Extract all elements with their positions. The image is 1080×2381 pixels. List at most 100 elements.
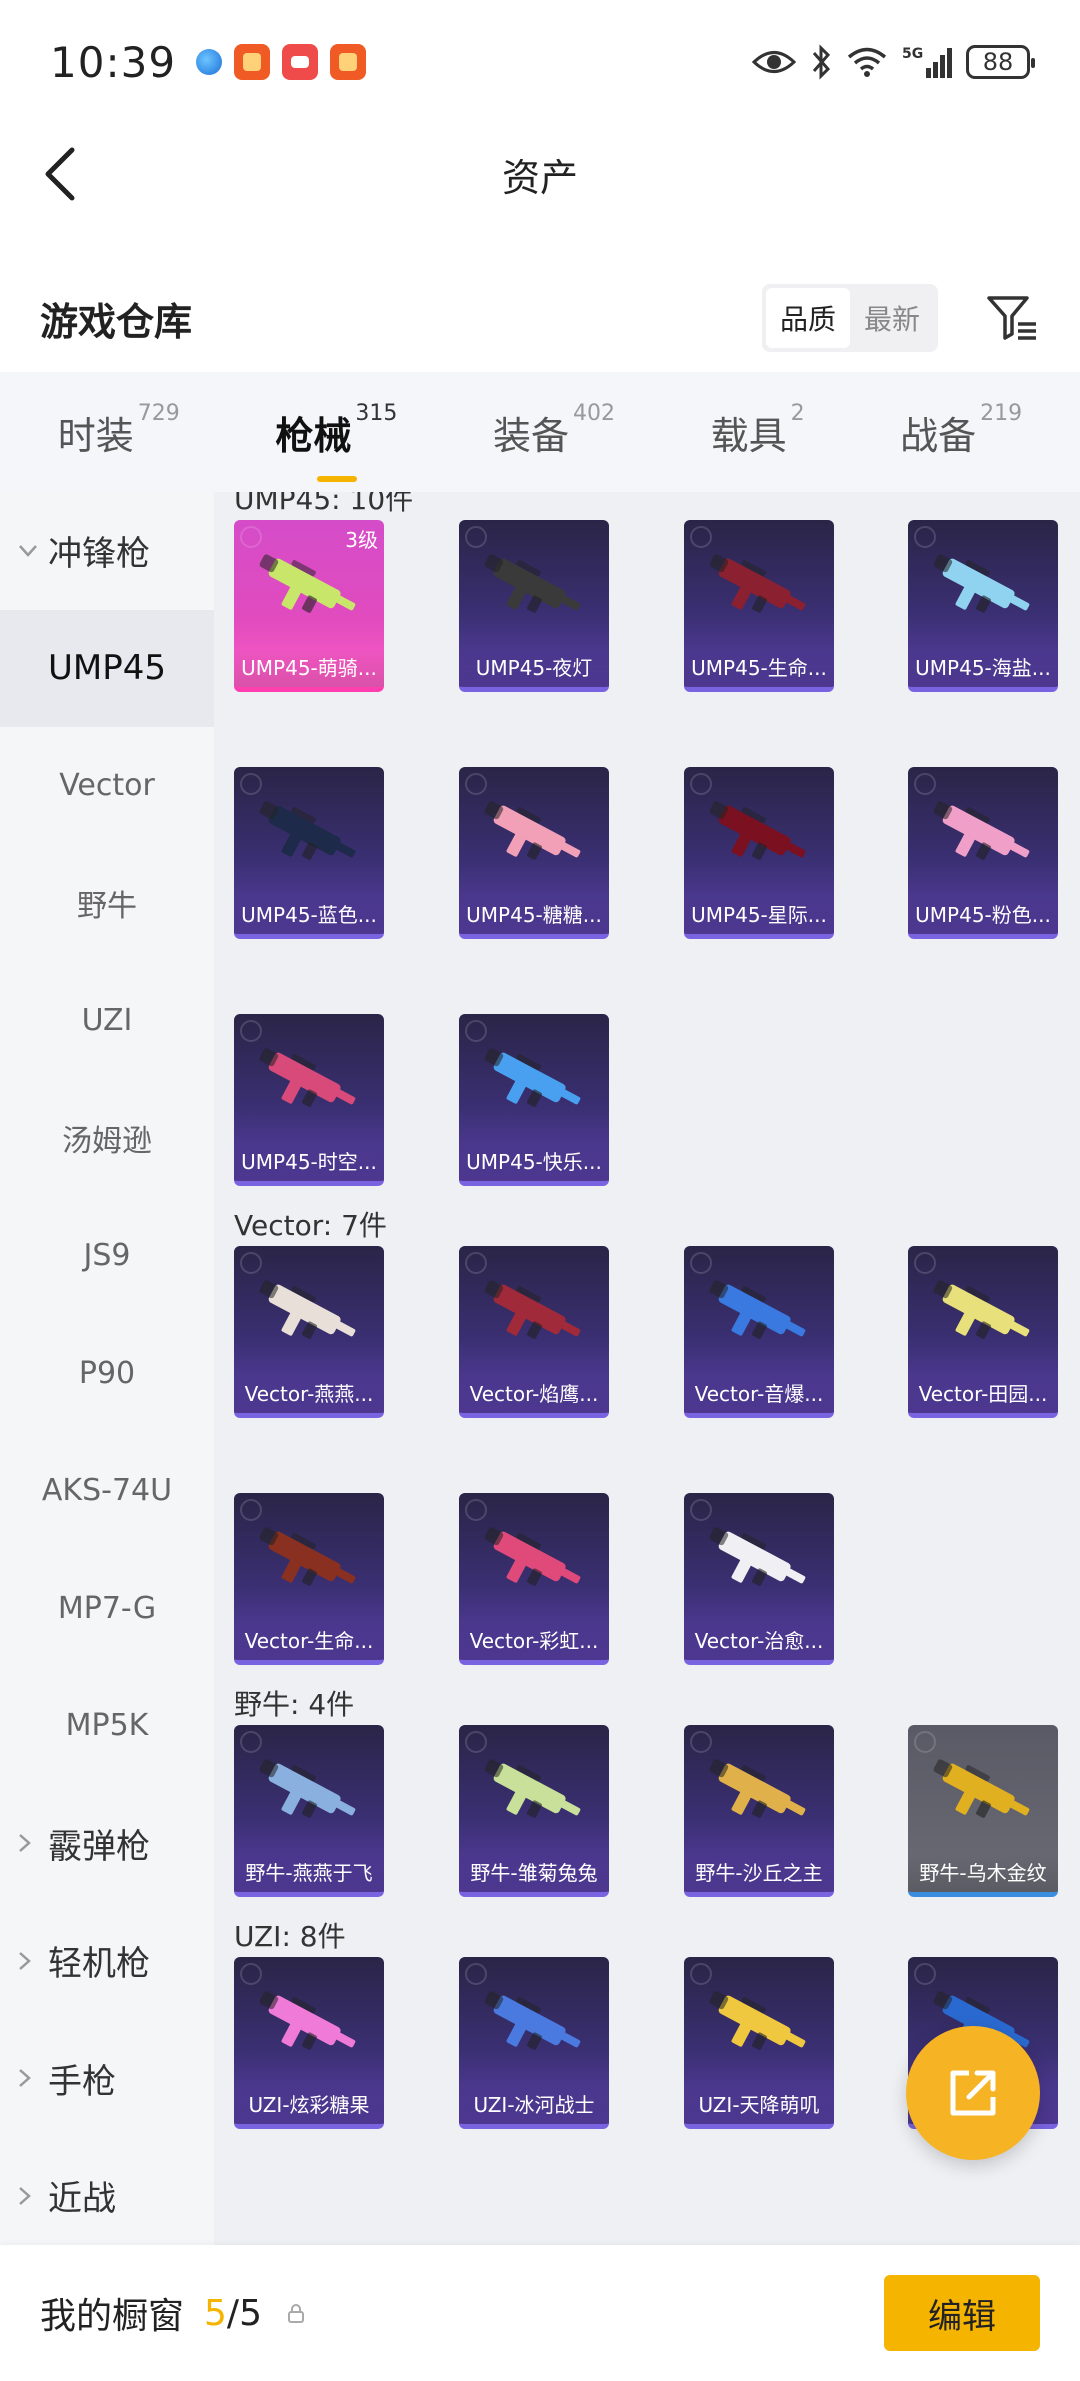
rarity-badge-icon bbox=[690, 1252, 712, 1274]
browser-app-icon bbox=[196, 49, 223, 75]
battery-icon: 88 bbox=[966, 45, 1035, 79]
weapon-skin-card[interactable]: Vector-燕燕... bbox=[234, 1246, 384, 1418]
sidebar-group[interactable]: 轻机枪 bbox=[0, 1902, 214, 2020]
weapon-skin-card[interactable]: 野牛-燕燕于飞 bbox=[234, 1725, 384, 1897]
skin-name: UMP45-海盐... bbox=[908, 649, 1058, 687]
weapon-skin-card[interactable]: 3级 UMP45-萌骑... bbox=[234, 520, 384, 692]
rarity-badge-icon bbox=[465, 1963, 487, 1985]
skin-name: UMP45-星际... bbox=[684, 896, 834, 934]
sidebar-item-label: 汤姆逊 bbox=[62, 1124, 152, 1160]
app-notification-icon bbox=[330, 44, 367, 80]
tab-supplies[interactable]: 战备 219 bbox=[900, 401, 1022, 460]
sort-latest-option[interactable]: 最新 bbox=[850, 288, 934, 348]
weapon-skin-card[interactable]: Vector-田园... bbox=[908, 1246, 1058, 1418]
rarity-badge-icon bbox=[240, 1020, 262, 1042]
weapon-skin-card[interactable]: Vector-彩虹... bbox=[459, 1493, 609, 1665]
weapon-skin-card[interactable]: 野牛-雏菊兔兔 bbox=[459, 1725, 609, 1897]
sidebar-group[interactable]: 冲锋枪 bbox=[0, 492, 214, 610]
sidebar-item[interactable]: UMP45 bbox=[0, 609, 214, 727]
weapon-skin-card[interactable]: Vector-生命... bbox=[234, 1493, 384, 1665]
skin-name: UZI-天降萌叽 bbox=[684, 2086, 834, 2124]
app-notification-icon bbox=[234, 44, 271, 80]
weapon-skin-card[interactable]: UMP45-生命... bbox=[684, 520, 834, 692]
section-label: UZI: 8件 bbox=[234, 1920, 346, 1953]
showcase-label: 我的橱窗 bbox=[40, 2296, 185, 2337]
weapon-skin-card[interactable]: 野牛-沙丘之主 bbox=[684, 1725, 834, 1897]
rarity-badge-icon bbox=[914, 1963, 936, 1985]
warehouse-header: 游戏仓库 品质 最新 bbox=[0, 268, 1080, 368]
filter-button[interactable] bbox=[984, 290, 1040, 346]
weapon-grid: UMP45: 10件 3级 UMP45-萌骑... UMP45-夜灯 UMP45-生命.… bbox=[214, 492, 1080, 2245]
showcase-count: 5/5 bbox=[204, 2293, 262, 2334]
sidebar-item[interactable]: MP7-G bbox=[0, 1550, 214, 1668]
gun-icon bbox=[259, 1991, 356, 2050]
active-tab-indicator bbox=[317, 475, 358, 482]
rarity-badge-icon bbox=[914, 773, 936, 795]
skin-name: UMP45-糖糖... bbox=[459, 896, 609, 934]
weapon-skin-card[interactable]: UZI-天降萌叽 bbox=[684, 1957, 834, 2129]
showcase-total: 5 bbox=[239, 2292, 262, 2334]
sidebar-group[interactable]: 霰弹枪 bbox=[0, 1785, 214, 1903]
sidebar-item[interactable]: UZI bbox=[0, 962, 214, 1080]
showcase-separator: / bbox=[226, 2292, 240, 2334]
weapon-skin-card[interactable]: UMP45-星际... bbox=[684, 767, 834, 939]
gun-icon bbox=[709, 1280, 806, 1339]
share-fab-button[interactable] bbox=[906, 2026, 1040, 2160]
rarity-badge-icon bbox=[914, 526, 936, 548]
gun-icon bbox=[484, 1759, 581, 1818]
weapon-skin-card[interactable]: UMP45-粉色... bbox=[908, 767, 1058, 939]
sidebar-item-label: 野牛 bbox=[77, 889, 137, 925]
weapon-skin-card[interactable]: UMP45-蓝色... bbox=[234, 767, 384, 939]
weapon-skin-card[interactable]: UMP45-夜灯 bbox=[459, 520, 609, 692]
weapon-skin-card[interactable]: Vector-音爆... bbox=[684, 1246, 834, 1418]
weapon-skin-card[interactable]: 野牛-乌木金纹 bbox=[908, 1725, 1058, 1897]
gun-icon bbox=[709, 1527, 806, 1586]
sidebar-item[interactable]: Vector bbox=[0, 727, 214, 845]
tab-count: 315 bbox=[355, 400, 398, 426]
skin-name: UMP45-夜灯 bbox=[459, 649, 609, 687]
tab-vehicles[interactable]: 载具 2 bbox=[711, 401, 805, 460]
sidebar-item[interactable]: P90 bbox=[0, 1315, 214, 1433]
weapon-skin-card[interactable]: UZI-炫彩糖果 bbox=[234, 1957, 384, 2129]
rarity-badge-icon bbox=[690, 1499, 712, 1521]
rarity-badge-icon bbox=[465, 1731, 487, 1753]
sidebar-item[interactable]: 野牛 bbox=[0, 845, 214, 963]
rarity-badge-icon bbox=[465, 1252, 487, 1274]
sidebar-group[interactable]: 近战 bbox=[0, 2137, 214, 2245]
weapon-skin-card[interactable]: UMP45-快乐... bbox=[459, 1014, 609, 1186]
tab-fashion[interactable]: 时装 729 bbox=[58, 401, 180, 460]
rarity-badge-icon bbox=[465, 526, 487, 548]
skin-name: UMP45-粉色... bbox=[908, 896, 1058, 934]
sort-toggle: 品质 最新 bbox=[761, 284, 938, 352]
sort-quality-option[interactable]: 品质 bbox=[765, 288, 850, 348]
weapon-skin-card[interactable]: UMP45-糖糖... bbox=[459, 767, 609, 939]
rarity-badge-icon bbox=[690, 526, 712, 548]
tab-count: 2 bbox=[790, 400, 805, 426]
rarity-badge-icon bbox=[465, 773, 487, 795]
weapon-skin-card[interactable]: Vector-焰鹰... bbox=[459, 1246, 609, 1418]
edit-button[interactable]: 编辑 bbox=[884, 2275, 1040, 2351]
tab-count: 729 bbox=[137, 400, 180, 426]
sidebar-item[interactable]: MP5K bbox=[0, 1667, 214, 1785]
weapon-skin-card[interactable]: Vector-治愈... bbox=[684, 1493, 834, 1665]
tab-label: 枪械 bbox=[275, 413, 352, 458]
gun-icon bbox=[259, 1048, 356, 1107]
sidebar-group[interactable]: 手枪 bbox=[0, 2020, 214, 2138]
sidebar-item[interactable]: 汤姆逊 bbox=[0, 1080, 214, 1198]
sidebar-item[interactable]: JS9 bbox=[0, 1197, 214, 1315]
weapon-skin-card[interactable]: UZI-冰河战士 bbox=[459, 1957, 609, 2129]
gun-icon bbox=[484, 1048, 581, 1107]
skin-name: Vector-燕燕... bbox=[234, 1375, 384, 1413]
tab-equipment[interactable]: 装备 402 bbox=[493, 401, 615, 460]
back-button[interactable] bbox=[32, 146, 88, 202]
sidebar-item[interactable]: AKS-74U bbox=[0, 1432, 214, 1550]
weapon-skin-card[interactable]: UMP45-海盐... bbox=[908, 520, 1058, 692]
weapon-skin-card[interactable]: UMP45-时空... bbox=[234, 1014, 384, 1186]
section-label: 野牛: 4件 bbox=[234, 1688, 355, 1721]
gun-icon bbox=[933, 801, 1030, 860]
page-title: 资产 bbox=[501, 155, 578, 200]
skin-name: Vector-彩虹... bbox=[459, 1622, 609, 1660]
skin-name: 野牛-雏菊兔兔 bbox=[459, 1854, 609, 1892]
tab-firearms[interactable]: 枪械 315 bbox=[275, 401, 397, 482]
wifi-icon bbox=[847, 47, 887, 77]
